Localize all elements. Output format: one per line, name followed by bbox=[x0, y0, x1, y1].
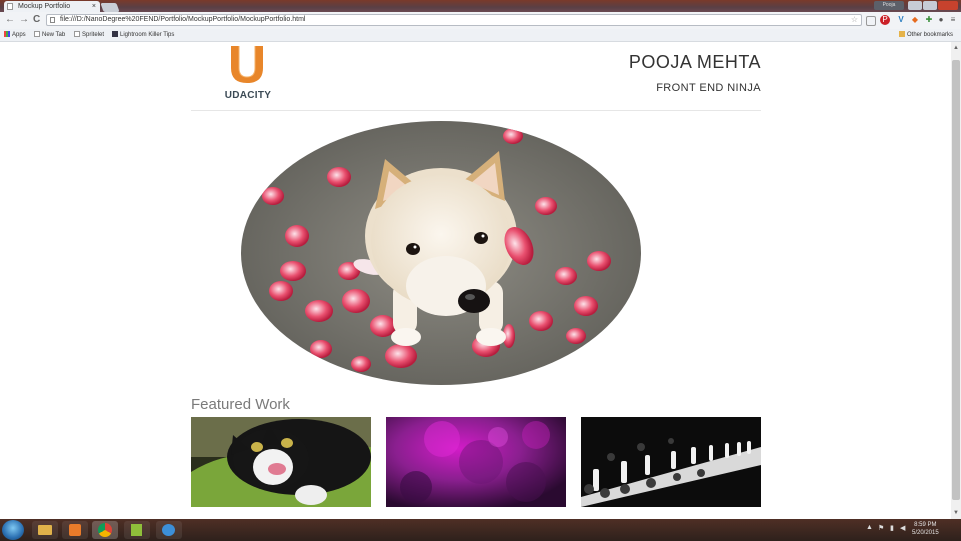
profile-badge[interactable]: Pooja bbox=[874, 1, 904, 10]
ie-icon bbox=[162, 524, 175, 536]
start-button[interactable] bbox=[2, 520, 24, 540]
scroll-down-icon[interactable]: ▼ bbox=[951, 509, 961, 517]
tray-flag-icon[interactable]: ⚑ bbox=[878, 524, 884, 532]
media-player-icon bbox=[69, 524, 81, 536]
new-tab-button[interactable] bbox=[100, 3, 120, 12]
tab-close-icon[interactable]: × bbox=[92, 1, 96, 12]
menu-icon[interactable]: ≡ bbox=[948, 15, 958, 25]
bookmark-apps-label: Apps bbox=[12, 32, 26, 38]
bookmark-new-tab[interactable]: New Tab bbox=[34, 29, 65, 41]
close-window-button[interactable] bbox=[938, 1, 958, 10]
window-titlebar: Mockup Portfolio × Pooja bbox=[0, 0, 961, 12]
chrome-icon bbox=[98, 523, 112, 537]
page-icon bbox=[34, 31, 40, 38]
scrollbar-thumb[interactable] bbox=[952, 60, 960, 500]
puzzle-extension-icon[interactable]: ✚ bbox=[924, 15, 934, 25]
pinterest-icon[interactable]: P bbox=[880, 15, 890, 25]
tray-arrow-icon[interactable]: ▲ bbox=[866, 524, 873, 531]
portfolio-name: POOJA MEHTA bbox=[628, 52, 761, 72]
udacity-u-icon bbox=[231, 46, 263, 83]
minimize-button[interactable] bbox=[908, 1, 922, 10]
reload-button[interactable]: C bbox=[33, 15, 40, 25]
folder-icon bbox=[899, 31, 905, 38]
page-icon bbox=[74, 31, 80, 38]
bookmark-star-icon[interactable]: ☆ bbox=[851, 15, 858, 25]
windows-taskbar: ▲ ⚑ ▮ ◀ 8:59 PM 5/20/2015 bbox=[0, 519, 961, 541]
user-extension-icon[interactable]: ● bbox=[936, 15, 946, 25]
folder-icon bbox=[38, 525, 52, 535]
apps-grid-icon bbox=[4, 31, 10, 38]
back-button[interactable]: ← bbox=[5, 15, 15, 25]
bookmark-other-label: Other bookmarks bbox=[907, 32, 954, 38]
maximize-button[interactable] bbox=[923, 1, 937, 10]
bookmark-apps[interactable]: Apps bbox=[4, 29, 26, 41]
scroll-up-icon[interactable]: ▲ bbox=[951, 44, 961, 52]
udacity-logo[interactable]: UDACITY bbox=[222, 44, 274, 102]
address-url[interactable]: file:///D:/NanoDegree%20FEND/Portfolio/M… bbox=[60, 15, 306, 25]
lightroom-icon bbox=[112, 31, 118, 38]
tab-title: Mockup Portfolio bbox=[18, 3, 71, 10]
taskbar-ie[interactable] bbox=[156, 521, 182, 539]
bookmarks-bar: Apps New Tab Spritelet Lightroom Killer … bbox=[0, 29, 961, 42]
page-favicon-icon bbox=[7, 3, 13, 10]
featured-thumb-runway[interactable] bbox=[581, 417, 761, 507]
bookmark-lightroom-label: Lightroom Killer Tips bbox=[120, 32, 175, 38]
taskbar-chrome[interactable] bbox=[92, 521, 118, 539]
taskbar-explorer[interactable] bbox=[32, 521, 58, 539]
tray-network-icon[interactable]: ▮ bbox=[890, 524, 894, 532]
featured-thumb-purple[interactable] bbox=[386, 417, 566, 507]
hero-puppy-image bbox=[241, 121, 641, 385]
portfolio-subtitle: FRONT END NINJA bbox=[656, 82, 761, 94]
page-icon bbox=[50, 17, 55, 23]
clock-time: 8:59 PM bbox=[914, 522, 937, 528]
fox-extension-icon[interactable]: ◆ bbox=[910, 15, 920, 25]
bookmark-other[interactable]: Other bookmarks bbox=[899, 29, 953, 41]
featured-thumb-cat[interactable] bbox=[191, 417, 371, 507]
bookmark-new-tab-label: New Tab bbox=[42, 32, 66, 38]
forward-button[interactable]: → bbox=[19, 15, 29, 25]
taskbar-clock[interactable]: 8:59 PM 5/20/2015 bbox=[912, 521, 939, 537]
taskbar-app[interactable] bbox=[124, 521, 150, 539]
page-scrollbar[interactable]: ▲ ▼ bbox=[951, 42, 961, 519]
v-extension-icon[interactable]: V bbox=[896, 15, 906, 25]
browser-tab[interactable]: Mockup Portfolio × bbox=[4, 1, 100, 12]
browser-toolbar: ← → C file:///D:/NanoDegree%20FEND/Portf… bbox=[0, 12, 961, 29]
page-viewport: UDACITY POOJA MEHTA FRONT END NINJA Feat… bbox=[0, 42, 951, 519]
taskbar-media-player[interactable] bbox=[62, 521, 88, 539]
bookmark-lightroom[interactable]: Lightroom Killer Tips bbox=[112, 29, 174, 41]
tray-volume-icon[interactable]: ◀ bbox=[900, 524, 905, 532]
bookmark-spritelet-label: Spritelet bbox=[82, 32, 105, 38]
bookmark-spritelet[interactable]: Spritelet bbox=[74, 29, 104, 41]
header-divider bbox=[191, 110, 761, 111]
clock-date: 5/20/2015 bbox=[912, 530, 939, 536]
logo-text: UDACITY bbox=[224, 90, 272, 101]
featured-work-heading: Featured Work bbox=[191, 396, 290, 413]
chat-extension-icon[interactable] bbox=[866, 16, 876, 26]
app-icon bbox=[131, 524, 142, 536]
address-bar[interactable]: file:///D:/NanoDegree%20FEND/Portfolio/M… bbox=[46, 14, 862, 26]
